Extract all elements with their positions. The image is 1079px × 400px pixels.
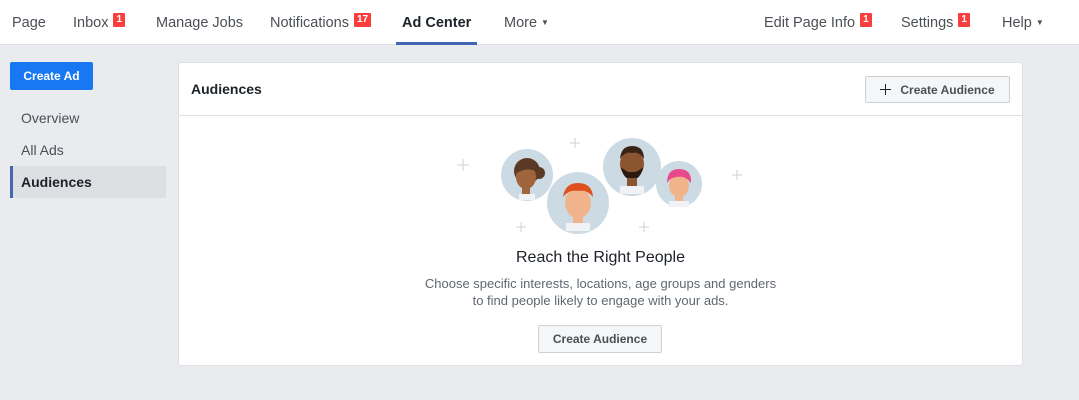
nav-label: Settings: [901, 14, 954, 31]
nav-notifications[interactable]: Notifications 17: [270, 0, 373, 45]
plus-icon: [880, 84, 892, 95]
nav-label: More: [504, 14, 538, 31]
nav-label: Page: [12, 14, 46, 31]
audiences-panel: Audiences Create Audience Reach the Righ…: [178, 62, 1023, 366]
nav-more[interactable]: More ▼: [504, 0, 549, 45]
person-avatar-2: [547, 172, 609, 234]
nav-ad-center[interactable]: Ad Center: [396, 0, 478, 45]
nav-label: Edit Page Info: [764, 14, 856, 31]
person-avatar-4: [656, 161, 702, 207]
nav-manage-jobs[interactable]: Manage Jobs: [156, 0, 243, 45]
notification-badge: 1: [112, 11, 127, 28]
sidebar-item-label: Audiences: [21, 174, 92, 190]
sidebar-item-audiences[interactable]: Audiences: [10, 166, 166, 198]
nav-page[interactable]: Page: [12, 0, 46, 45]
people-avatars-illustration: [457, 138, 742, 234]
nav-label: Ad Center: [402, 14, 472, 31]
caret-down-icon: ▼: [1035, 18, 1044, 27]
empty-state-title: Reach the Right People: [516, 249, 685, 266]
notification-badge: 1: [957, 11, 971, 28]
nav-label: Inbox: [73, 14, 109, 31]
panel-header: Audiences Create Audience: [179, 63, 1022, 116]
panel-title: Audiences: [191, 81, 262, 97]
nav-edit-page-info[interactable]: Edit Page Info 1: [764, 0, 873, 45]
sidebar-item-all-ads[interactable]: All Ads: [10, 134, 166, 166]
nav-settings[interactable]: Settings 1: [901, 0, 971, 45]
nav-label: Help: [1002, 14, 1032, 31]
nav-help[interactable]: Help ▼: [1002, 0, 1044, 45]
create-audience-button[interactable]: Create Audience: [538, 325, 662, 353]
notification-badge: 17: [352, 11, 373, 28]
sidebar-item-overview[interactable]: Overview: [10, 102, 166, 134]
create-ad-button[interactable]: Create Ad: [10, 62, 93, 90]
empty-state-description: Choose specific interests, locations, ag…: [179, 275, 1022, 309]
button-label: Create Audience: [900, 82, 995, 97]
sidebar-item-label: All Ads: [21, 142, 64, 158]
nav-inbox[interactable]: Inbox 1: [73, 0, 127, 45]
description-line: to find people likely to engage with you…: [472, 293, 729, 308]
create-audience-header-button[interactable]: Create Audience: [865, 76, 1010, 103]
nav-label: Manage Jobs: [156, 14, 244, 31]
nav-label: Notifications: [270, 14, 349, 31]
description-line: Choose specific interests, locations, ag…: [424, 276, 777, 291]
person-avatar-3: [603, 138, 661, 196]
person-avatar-1: [501, 149, 553, 201]
sidebar-item-label: Overview: [21, 110, 80, 126]
caret-down-icon: ▼: [541, 18, 549, 27]
notification-badge: 1: [859, 11, 873, 28]
top-navigation: Page Inbox 1 Manage Jobs Notifications 1…: [0, 0, 1079, 45]
